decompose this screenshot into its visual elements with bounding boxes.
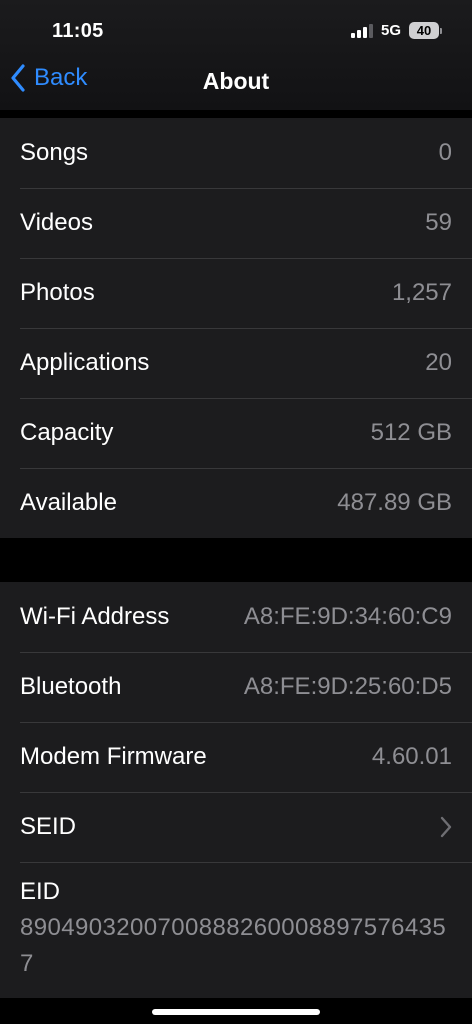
capacity-row: Capacity 512 GB: [0, 398, 472, 468]
songs-row: Songs 0: [0, 118, 472, 188]
network-type-label: 5G: [380, 22, 401, 39]
wifi-address-row: Wi-Fi Address A8:FE:9D:34:60:C9: [0, 582, 472, 652]
navigation-header: 11:05 5G 40 Back About: [0, 0, 472, 110]
chevron-right-icon: [440, 816, 452, 838]
battery-icon: 40: [409, 22, 442, 39]
row-label: Capacity: [20, 419, 114, 446]
row-label: Songs: [20, 139, 89, 166]
row-value: 0: [438, 139, 452, 166]
available-row: Available 487.89 GB: [0, 468, 472, 538]
row-value: 512 GB: [370, 419, 452, 446]
battery-level: 40: [409, 22, 439, 39]
seid-label: SEID: [20, 813, 77, 840]
home-indicator[interactable]: [152, 1009, 320, 1015]
row-label: Modem Firmware: [20, 743, 207, 770]
row-value: 1,257: [391, 279, 452, 306]
row-label: Videos: [20, 209, 93, 236]
videos-row: Videos 59: [0, 188, 472, 258]
eid-value: 89049032007008882600088975764357: [20, 914, 447, 977]
modem-firmware-row: Modem Firmware 4.60.01: [0, 722, 472, 792]
page-title: About: [202, 68, 270, 94]
row-value: 487.89 GB: [337, 489, 452, 516]
row-label: Wi-Fi Address: [20, 603, 170, 630]
eid-label: EID: [20, 878, 61, 905]
photos-row: Photos 1,257: [0, 258, 472, 328]
row-value: 4.60.01: [371, 743, 452, 770]
row-value: 59: [425, 209, 452, 236]
eid-row: EID 89049032007008882600088975764357: [0, 862, 472, 998]
row-label: Applications: [20, 349, 150, 376]
row-label: Bluetooth: [20, 673, 122, 700]
status-indicators: 5G 40: [350, 22, 442, 39]
cellular-signal-icon: [350, 23, 373, 38]
applications-row: Applications 20: [0, 328, 472, 398]
media-counts-group: Songs 0 Videos 59 Photos 1,257 Applicati…: [0, 118, 472, 538]
device-info-group: Wi-Fi Address A8:FE:9D:34:60:C9 Bluetoot…: [0, 582, 472, 998]
status-time: 11:05: [52, 20, 104, 42]
row-value: 20: [425, 349, 452, 376]
row-label: Photos: [20, 279, 95, 306]
about-screen: 11:05 5G 40 Back About Songs 0 Videos 59…: [0, 0, 472, 1024]
row-value: A8:FE:9D:25:60:D5: [243, 673, 452, 700]
row-value: A8:FE:9D:34:60:C9: [243, 603, 452, 630]
row-label: Available: [20, 489, 117, 516]
bluetooth-row: Bluetooth A8:FE:9D:25:60:D5: [0, 652, 472, 722]
seid-row[interactable]: SEID: [0, 792, 472, 862]
